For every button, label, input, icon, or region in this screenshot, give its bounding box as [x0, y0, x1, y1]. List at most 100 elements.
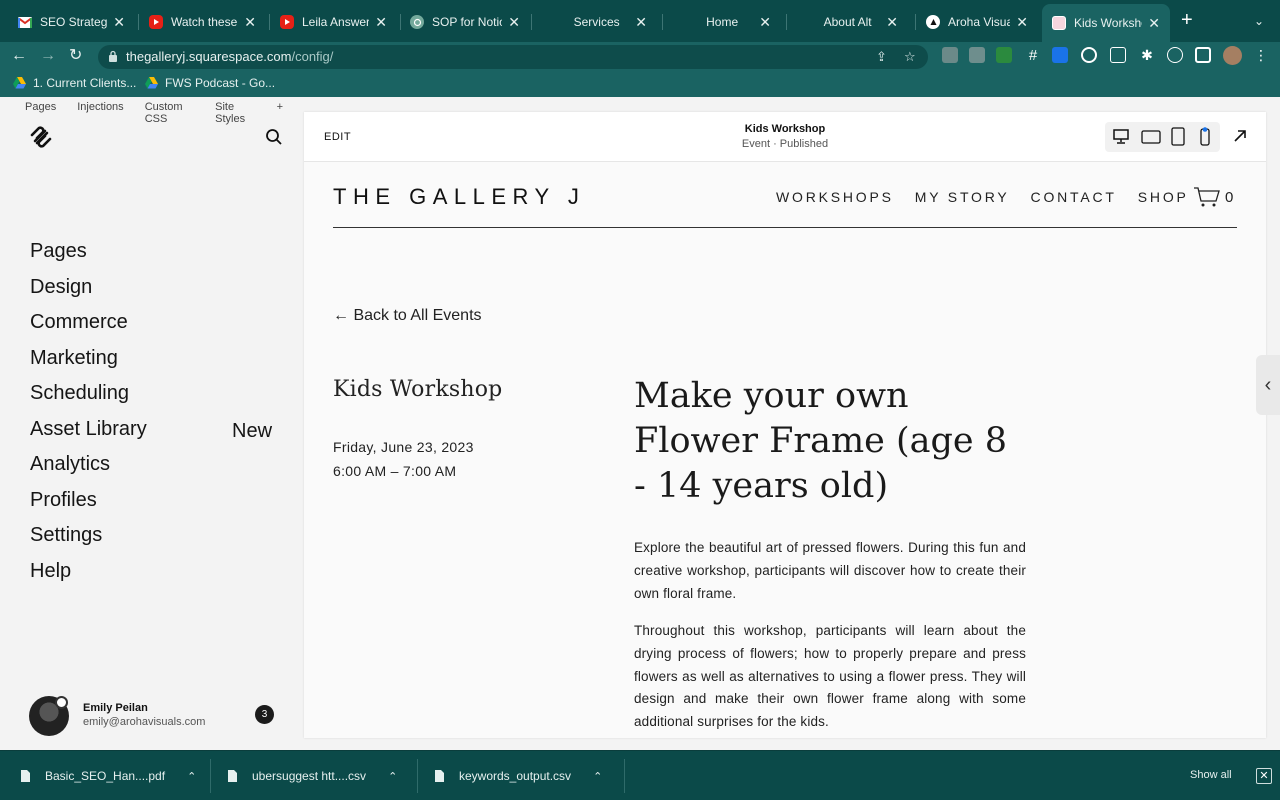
close-icon[interactable]: ✕ [759, 14, 771, 31]
address-bar[interactable]: thegalleryj.squarespace.com/config/ ⇪ ☆ [98, 45, 928, 69]
chevron-down-icon[interactable]: ⌄ [1254, 14, 1264, 28]
close-icon[interactable]: ✕ [375, 14, 387, 31]
tablet-portrait-icon[interactable] [1171, 127, 1185, 146]
download-item[interactable]: Basic_SEO_Han....pdf ⌃ [20, 751, 196, 800]
close-icon[interactable]: ✕ [244, 14, 256, 31]
nav-design[interactable]: Design [30, 276, 147, 312]
more-menu-icon[interactable]: ⋮ [1253, 47, 1269, 63]
nav-analytics[interactable]: Analytics [30, 453, 147, 489]
squarespace-logo-icon[interactable] [28, 126, 54, 148]
event-date: Friday, June 23, 2023 [333, 439, 474, 455]
close-icon[interactable]: ✕ [1256, 768, 1272, 784]
file-icon [435, 770, 444, 782]
site-nav-workshops[interactable]: WORKSHOPS [776, 189, 894, 205]
site-preview-area: EDIT Kids Workshop Event · Published THE… [304, 97, 1280, 750]
event-category: Kids Workshop [333, 377, 503, 402]
leaf-icon[interactable] [1167, 47, 1183, 63]
header-divider [333, 227, 1237, 228]
bookmark-current-clients[interactable]: 1. Current Clients... [13, 76, 136, 90]
camera-icon[interactable] [969, 47, 985, 63]
download-divider [417, 759, 418, 793]
data-extension-icon[interactable] [996, 47, 1012, 63]
browser-tab[interactable]: Aroha Visuals ✕ [916, 7, 1038, 37]
chevron-up-icon[interactable]: ⌃ [388, 770, 397, 783]
nav-settings[interactable]: Settings [30, 524, 147, 560]
browser-tab[interactable]: SEO Strategy | ✕ [8, 7, 135, 37]
main-nav: Pages Design Commerce Marketing Scheduli… [30, 240, 147, 595]
share-icon[interactable]: ⇪ [876, 49, 887, 65]
back-to-events-link[interactable]: ← Back to All Events [333, 307, 482, 325]
tab-title: Leila Answers [302, 15, 370, 29]
forward-arrow-icon[interactable]: → [40, 46, 56, 66]
puzzle-icon[interactable]: ✱ [1139, 47, 1155, 63]
download-item[interactable]: keywords_output.csv ⌃ [434, 751, 602, 800]
browser-tab[interactable]: Services ✕ [532, 7, 657, 37]
site-nav-my-story[interactable]: MY STORY [915, 189, 1010, 205]
extension-icon[interactable] [942, 47, 958, 63]
bookmark-fws-podcast[interactable]: FWS Podcast - Go... [145, 76, 275, 90]
search-icon[interactable] [265, 128, 283, 146]
nav-profiles[interactable]: Profiles [30, 489, 147, 525]
profile-avatar-icon[interactable] [1223, 46, 1242, 65]
browser-tab[interactable]: Watch these 1 ✕ [139, 7, 266, 37]
browser-tab[interactable]: SOP for Notion ✕ [400, 7, 530, 37]
chevron-up-icon[interactable]: ⌃ [187, 770, 196, 783]
nav-pages[interactable]: Pages [30, 240, 147, 276]
nav-scheduling[interactable]: Scheduling [30, 382, 147, 418]
tab-custom-css[interactable]: Custom CSS [145, 101, 194, 125]
tab-title: Services [573, 15, 620, 29]
nav-help[interactable]: Help [30, 560, 147, 596]
back-arrow-icon[interactable]: ← [11, 46, 27, 66]
browser-tab[interactable]: Leila Answers ✕ [270, 7, 397, 37]
new-tab-button[interactable]: + [1181, 10, 1193, 30]
reload-icon[interactable]: ↻ [69, 46, 82, 66]
browser-tab[interactable]: About Alt ✕ [787, 7, 908, 37]
tablet-landscape-icon[interactable] [1141, 130, 1161, 144]
cart-count: 0 [1225, 188, 1234, 206]
show-all-downloads-button[interactable]: Show all [1190, 769, 1232, 781]
tab-injections[interactable]: Injections [77, 101, 123, 125]
account-menu[interactable]: Emily Peilan emily@arohavisuals.com 3 [29, 696, 289, 736]
close-icon[interactable]: ✕ [508, 14, 520, 31]
onepassword-icon[interactable] [1081, 47, 1097, 63]
tab-title: SOP for Notion [432, 15, 502, 29]
desktop-icon[interactable] [1113, 129, 1129, 144]
cart-icon [1194, 187, 1220, 207]
tab-pages[interactable]: Pages [25, 101, 56, 125]
hash-icon[interactable]: # [1025, 47, 1041, 64]
site-logo[interactable]: THE GALLERY J [333, 184, 585, 210]
event-description-paragraph: Throughout this workshop, participants w… [634, 623, 1026, 730]
browser-tab-active[interactable]: Kids Workshop ✕ [1042, 4, 1170, 42]
id-icon[interactable] [1110, 47, 1126, 63]
close-icon[interactable]: ✕ [635, 14, 647, 31]
cart-button[interactable]: 0 [1193, 186, 1233, 208]
notification-count-badge[interactable]: 3 [255, 705, 274, 724]
close-icon[interactable]: ✕ [1148, 15, 1160, 32]
mobile-icon[interactable] [1200, 127, 1210, 146]
open-external-icon[interactable] [1233, 129, 1247, 143]
star-icon[interactable]: ☆ [904, 49, 916, 65]
translate-icon[interactable] [1052, 47, 1068, 63]
nav-asset-library[interactable]: Asset Library [30, 418, 147, 454]
status-badge-icon [55, 696, 68, 709]
chevron-left-icon[interactable]: ‹ [1256, 355, 1280, 415]
chevron-up-icon[interactable]: ⌃ [593, 770, 602, 783]
file-icon [21, 770, 30, 782]
close-icon[interactable]: ✕ [1016, 14, 1028, 31]
nav-commerce[interactable]: Commerce [30, 311, 147, 347]
nav-marketing[interactable]: Marketing [30, 347, 147, 383]
browser-toolbar: ← → ↻ thegalleryj.squarespace.com/config… [0, 42, 1280, 71]
chatgpt-icon [410, 15, 424, 29]
bookmark-label: FWS Podcast - Go... [165, 76, 276, 90]
close-icon[interactable]: ✕ [113, 14, 125, 31]
browser-tab[interactable]: Home ✕ [663, 7, 781, 37]
tab-title: Aroha Visuals [948, 15, 1011, 29]
site-nav-shop[interactable]: SHOP [1138, 189, 1189, 205]
sidebar-icon[interactable] [1195, 47, 1211, 63]
tab-site-styles[interactable]: Site Styles [215, 101, 255, 125]
site-nav-contact[interactable]: CONTACT [1031, 189, 1117, 205]
close-icon[interactable]: ✕ [886, 14, 898, 31]
add-tab-button[interactable]: + [277, 101, 283, 125]
page-icon [1052, 16, 1066, 30]
download-item[interactable]: ubersuggest htt....csv ⌃ [227, 751, 397, 800]
